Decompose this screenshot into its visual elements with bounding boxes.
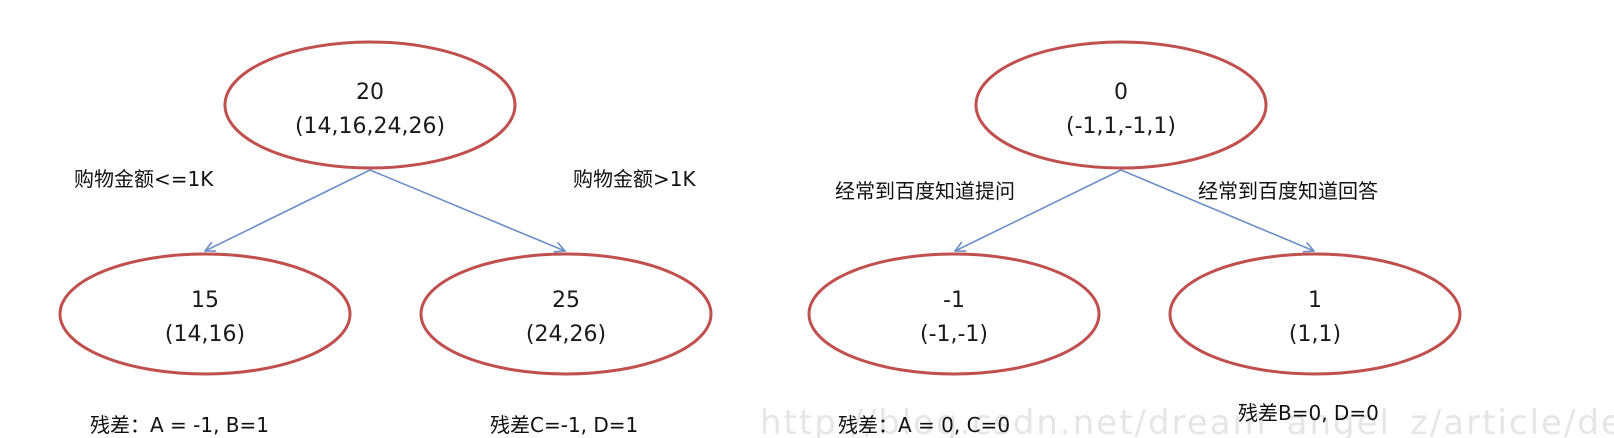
tree-2-root-value: 0	[1114, 80, 1128, 105]
tree-2: 0 (-1,1,-1,1) 经常到百度知道提问 经常到百度知道回答 -1 (-1…	[807, 40, 1462, 437]
tree-1-right-value: 25	[552, 288, 580, 313]
tree-1-right-set: (24,26)	[526, 322, 606, 347]
tree-1-root-ellipse	[223, 40, 517, 170]
tree-1-root-value: 20	[356, 80, 384, 105]
tree-2-left-edge-label: 经常到百度知道提问	[835, 179, 1015, 203]
tree-2-right-value: 1	[1308, 288, 1322, 313]
tree-1-left-value: 15	[191, 288, 219, 313]
tree-2-left-ellipse	[807, 252, 1101, 376]
tree-1-left-edge	[205, 169, 371, 251]
tree-1-right-node: 25 (24,26)	[419, 252, 713, 376]
tree-1-left-residual: 残差：A = -1, B=1	[90, 413, 269, 437]
tree-2-left-residual: 残差：A = 0, C=0	[838, 413, 1010, 437]
tree-1: 20 (14,16,24,26) 购物金额<=1K 购物金额>1K 15 (14…	[58, 40, 713, 437]
tree-2-left-node: -1 (-1,-1)	[807, 252, 1101, 376]
tree-2-root-set: (-1,1,-1,1)	[1066, 114, 1176, 139]
tree-1-left-set: (14,16)	[165, 322, 245, 347]
tree-1-right-ellipse	[419, 252, 713, 376]
diagram-canvas: http://blog.csdn.net/dream_angel_z/artic…	[58, 40, 1614, 438]
tree-2-left-value: -1	[943, 288, 965, 313]
tree-2-right-ellipse	[1168, 252, 1462, 376]
tree-1-left-node: 15 (14,16)	[58, 252, 352, 376]
tree-1-right-edge	[369, 169, 565, 251]
tree-2-root-ellipse	[974, 40, 1268, 170]
tree-2-right-node: 1 (1,1)	[1168, 252, 1462, 376]
tree-2-right-edge-label: 经常到百度知道回答	[1198, 179, 1378, 203]
tree-2-right-residual: 残差B=0, D=0	[1238, 401, 1379, 425]
tree-2-left-set: (-1,-1)	[920, 322, 988, 347]
tree-2-root-node: 0 (-1,1,-1,1)	[974, 40, 1268, 170]
tree-1-root-set: (14,16,24,26)	[295, 114, 445, 139]
tree-1-root-node: 20 (14,16,24,26)	[223, 40, 517, 170]
tree-2-right-set: (1,1)	[1289, 322, 1341, 347]
tree-1-left-ellipse	[58, 252, 352, 376]
tree-1-right-edge-label: 购物金额>1K	[573, 167, 696, 191]
tree-1-right-residual: 残差C=-1, D=1	[490, 413, 638, 437]
tree-1-left-edge-label: 购物金额<=1K	[74, 167, 214, 191]
